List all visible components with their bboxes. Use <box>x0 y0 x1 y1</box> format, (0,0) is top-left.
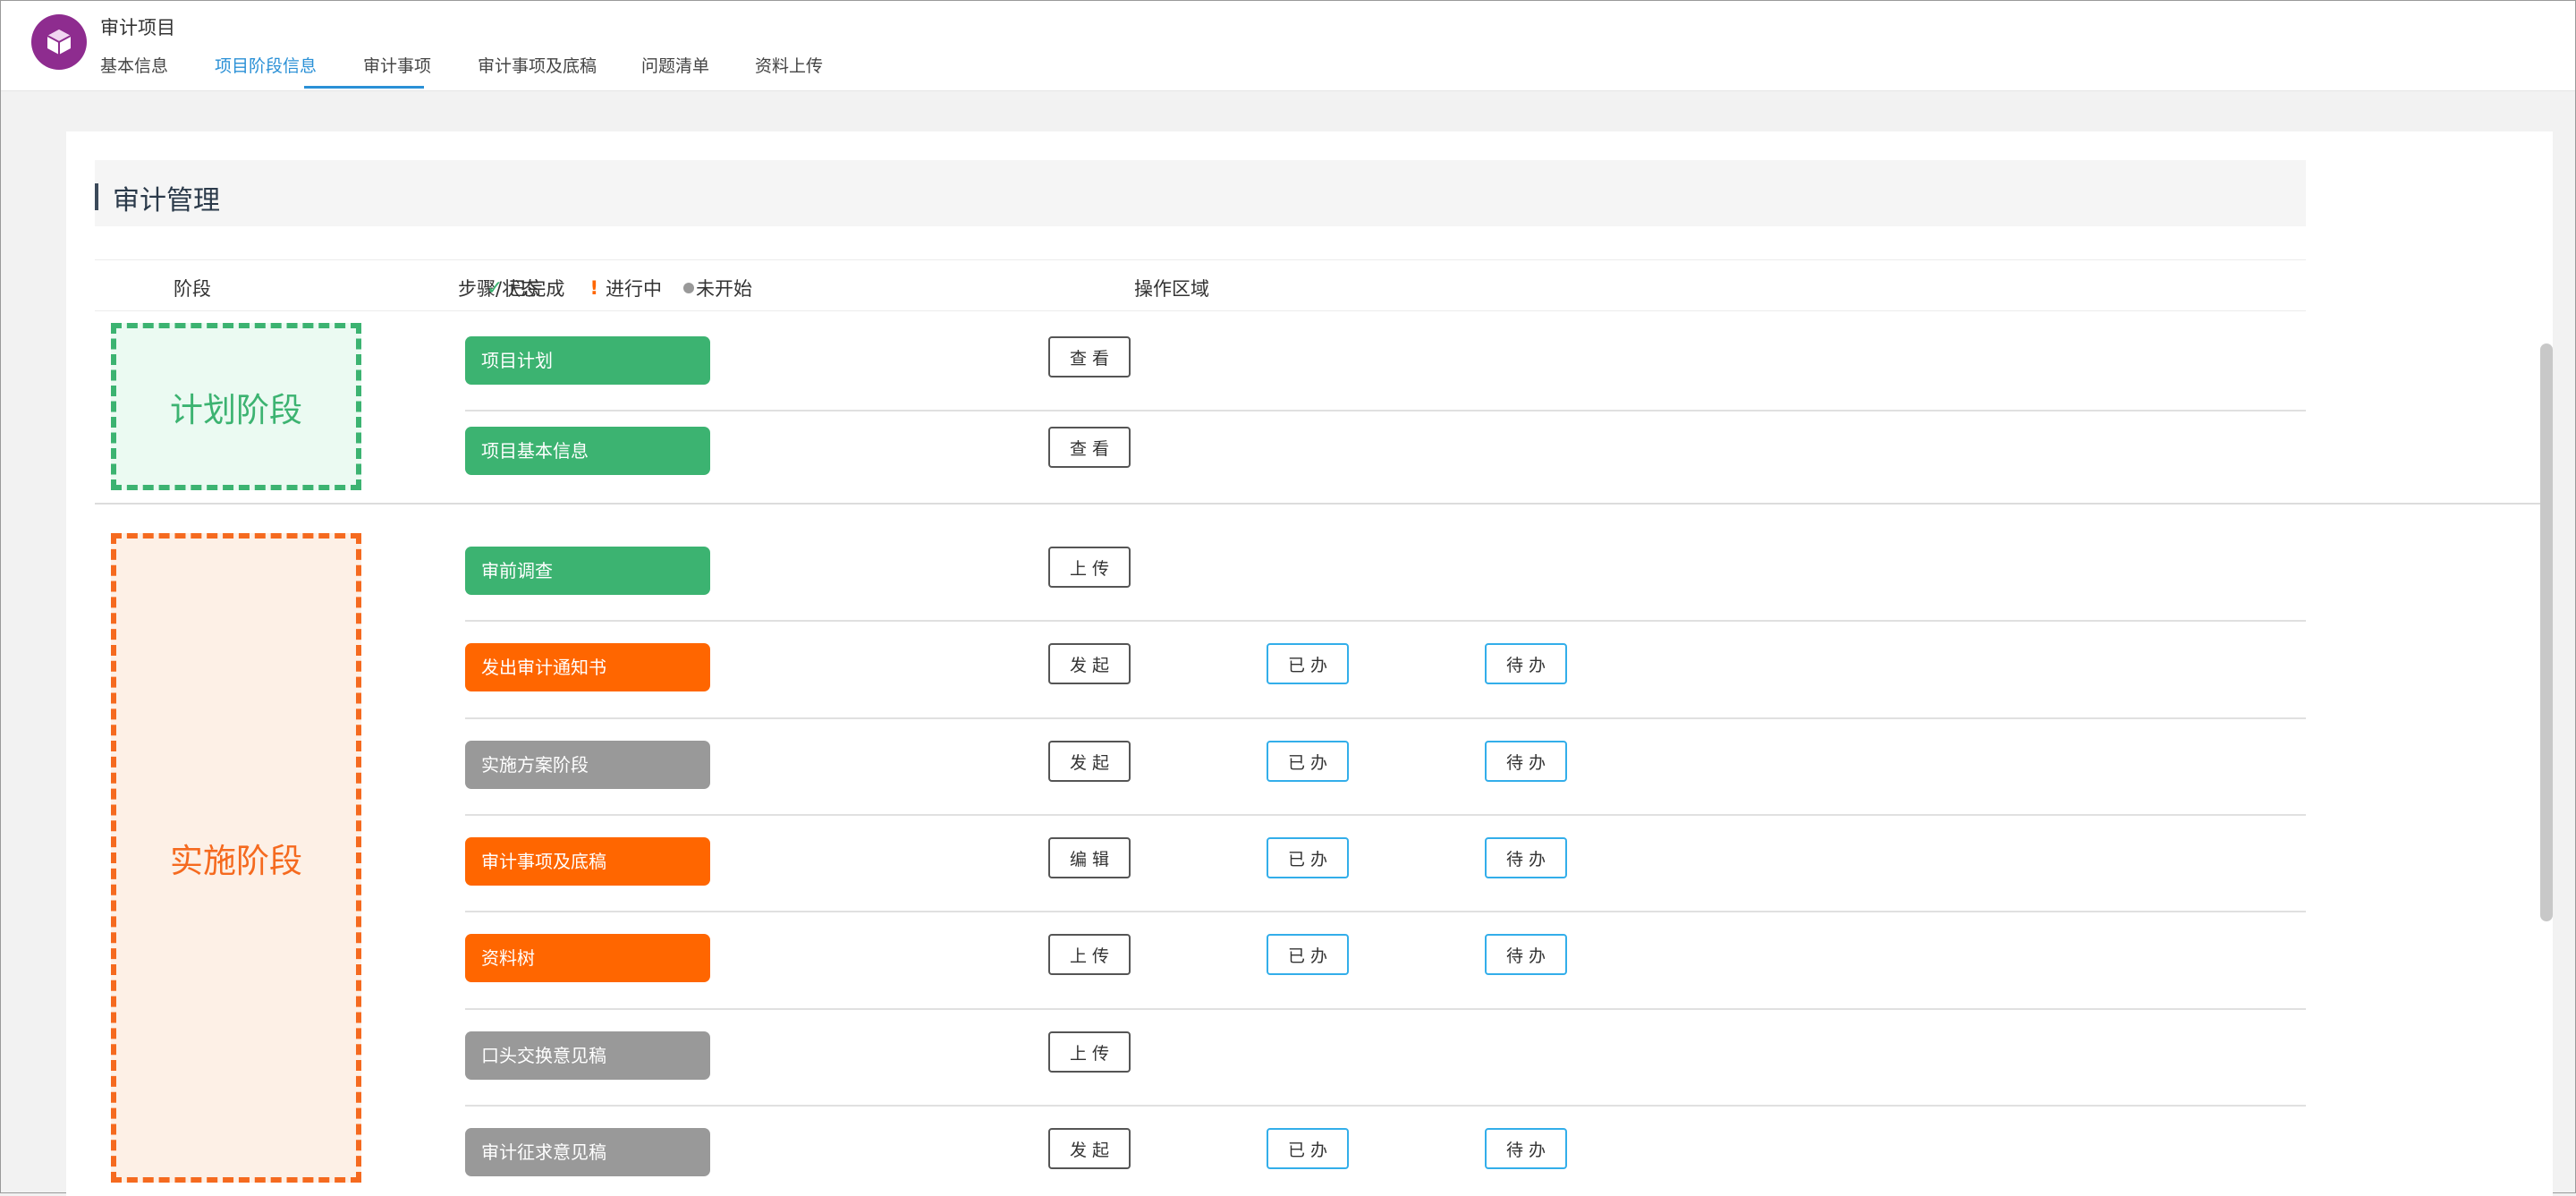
step-pre-audit-survey[interactable]: 审前调查 <box>465 547 710 595</box>
scrollbar-thumb[interactable] <box>2540 344 2553 921</box>
step-project-basic-info[interactable]: 项目基本信息 <box>465 427 710 475</box>
tab-basic-info[interactable]: 基本信息 <box>100 53 168 77</box>
stage-implementation: 实施阶段 <box>111 533 361 1183</box>
done-list-button[interactable]: 已办 <box>1267 837 1349 878</box>
tab-audit-items[interactable]: 审计事项 <box>363 53 431 77</box>
done-list-button[interactable]: 已办 <box>1267 643 1349 684</box>
tab-audit-items-drafts[interactable]: 审计事项及底稿 <box>478 53 597 77</box>
todo-list-button[interactable]: 待办 <box>1485 741 1567 782</box>
step-issue-audit-notice[interactable]: 发出审计通知书 <box>465 643 710 691</box>
table-header: 阶段 步骤/状态 ✓ 已完成 ! 进行中 未开始 操作区域 <box>95 259 2306 311</box>
tab-project-stage-info[interactable]: 项目阶段信息 <box>215 53 317 77</box>
todo-list-button[interactable]: 待办 <box>1485 934 1567 975</box>
stage-divider <box>95 503 2553 505</box>
dot-icon <box>683 283 695 293</box>
row-divider <box>465 717 2306 719</box>
cube-icon <box>47 30 72 55</box>
row-divider <box>465 1105 2306 1107</box>
step-verbal-exchange-draft[interactable]: 口头交换意见稿 <box>465 1031 710 1080</box>
content-card: 审计管理 阶段 步骤/状态 ✓ 已完成 ! 进行中 未开始 操作区域 计划阶段 … <box>66 131 2553 1196</box>
column-actions: 操作区域 <box>1134 278 1209 300</box>
legend-done: 已完成 <box>508 278 565 300</box>
section-accent-bar <box>95 183 98 210</box>
tab-upload[interactable]: 资料上传 <box>755 53 823 77</box>
todo-list-button[interactable]: 待办 <box>1485 837 1567 878</box>
status-legend: ✓ 已完成 ! 进行中 未开始 <box>487 275 758 301</box>
initiate-button[interactable]: 发起 <box>1048 643 1131 684</box>
todo-list-button[interactable]: 待办 <box>1485 1128 1567 1169</box>
row-divider <box>465 410 2306 411</box>
upload-button[interactable]: 上传 <box>1048 934 1131 975</box>
step-document-tree[interactable]: 资料树 <box>465 934 710 982</box>
column-stage: 阶段 <box>174 278 211 300</box>
row-divider <box>465 1008 2306 1010</box>
active-tab-indicator <box>304 86 424 89</box>
todo-list-button[interactable]: 待办 <box>1485 643 1567 684</box>
row-divider <box>465 911 2306 912</box>
upload-button[interactable]: 上传 <box>1048 547 1131 588</box>
stage-plan: 计划阶段 <box>111 323 361 490</box>
step-implementation-plan[interactable]: 实施方案阶段 <box>465 741 710 789</box>
app-title: 审计项目 <box>100 17 175 38</box>
legend-todo: 未开始 <box>696 278 753 300</box>
section-title: 审计管理 <box>113 185 220 216</box>
tab-issue-list[interactable]: 问题清单 <box>641 53 709 77</box>
app-header: 审计项目 基本信息 项目阶段信息 审计事项 审计事项及底稿 问题清单 资料上传 <box>1 1 2575 91</box>
initiate-button[interactable]: 发起 <box>1048 1128 1131 1169</box>
row-divider <box>465 620 2306 622</box>
edit-button[interactable]: 编辑 <box>1048 837 1131 878</box>
legend-doing: 进行中 <box>606 278 663 300</box>
initiate-button[interactable]: 发起 <box>1048 741 1131 782</box>
done-list-button[interactable]: 已办 <box>1267 1128 1349 1169</box>
done-list-button[interactable]: 已办 <box>1267 741 1349 782</box>
check-icon: ✓ <box>487 276 504 300</box>
done-list-button[interactable]: 已办 <box>1267 934 1349 975</box>
view-button[interactable]: 查看 <box>1048 427 1131 468</box>
section-header: 审计管理 <box>95 160 2306 226</box>
step-audit-items-drafts[interactable]: 审计事项及底稿 <box>465 837 710 886</box>
app-logo[interactable] <box>31 14 87 70</box>
step-audit-opinion-draft[interactable]: 审计征求意见稿 <box>465 1128 710 1176</box>
upload-button[interactable]: 上传 <box>1048 1031 1131 1073</box>
exclamation-icon: ! <box>589 277 599 299</box>
row-divider <box>465 814 2306 816</box>
step-project-plan[interactable]: 项目计划 <box>465 336 710 385</box>
view-button[interactable]: 查看 <box>1048 336 1131 377</box>
